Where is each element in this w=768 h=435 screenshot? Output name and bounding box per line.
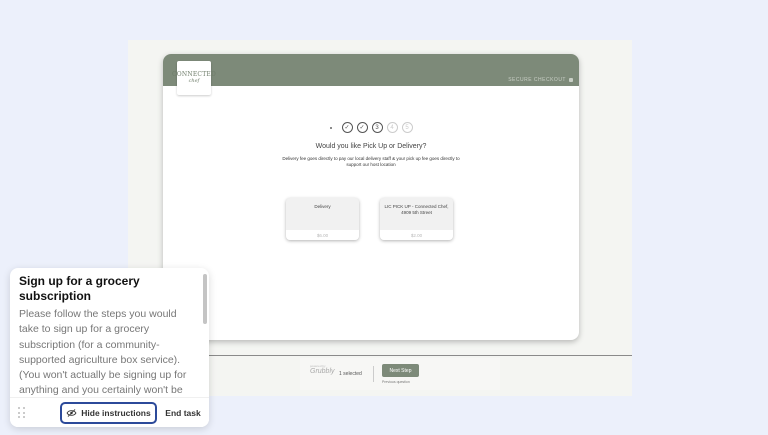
delivery-option[interactable]: Delivery $6.00 — [286, 198, 359, 240]
next-step-button[interactable]: Next Step — [382, 364, 419, 377]
option-price: $2.00 — [380, 230, 453, 240]
option-name: Delivery — [314, 204, 331, 209]
instructions-scrollbar[interactable] — [203, 274, 207, 324]
step-1: ✓ — [341, 122, 353, 133]
eye-off-icon — [66, 409, 77, 417]
drag-handle-icon[interactable] — [18, 407, 26, 419]
connected-chef-logo[interactable]: CONNECTED chef — [172, 61, 216, 95]
end-task-button[interactable]: End task — [160, 402, 206, 424]
step-2: ✓ — [356, 122, 368, 133]
pickup-option[interactable]: LIC PICK UP - Connected Chef, 4909 5th S… — [380, 198, 453, 240]
fee-note: Delivery fee goes directly to pay our lo… — [282, 156, 460, 168]
progress-dot — [329, 126, 332, 129]
lock-icon — [569, 78, 573, 82]
checkout-header: SECURE CHECKOUT — [163, 54, 579, 86]
hide-instructions-button[interactable]: Hide instructions — [60, 402, 157, 424]
option-name: LIC PICK UP - Connected Chef, 4909 5th S… — [384, 204, 449, 215]
question-title: Would you like Pick Up or Delivery? — [315, 143, 427, 150]
instructions-footer: Hide instructions End task — [10, 397, 209, 427]
step-4: 4 — [386, 122, 398, 133]
instructions-panel: Sign up for a grocery subscription Pleas… — [10, 268, 209, 427]
instructions-title: Sign up for a grocery subscription — [19, 274, 140, 303]
step-5: 5 — [401, 122, 413, 133]
footer-separator — [373, 366, 374, 382]
step-3: 3 — [371, 122, 383, 133]
selected-count: 1 selected — [339, 371, 362, 377]
instructions-body: Please follow the steps you would take t… — [19, 308, 187, 397]
grubbly-logo: Grubbly — [310, 368, 335, 375]
secure-checkout-label: SECURE CHECKOUT — [508, 77, 573, 83]
checkout-footer: powered by Grubbly 1 selected Next Step … — [300, 358, 500, 390]
checkout-card: SECURE CHECKOUT CONNECTED chef ✓ ✓ 3 4 5… — [163, 54, 579, 340]
option-price: $6.00 — [286, 230, 359, 240]
previous-question-link[interactable]: Previous question — [382, 380, 410, 384]
progress-steps: ✓ ✓ 3 4 5 — [163, 122, 579, 133]
